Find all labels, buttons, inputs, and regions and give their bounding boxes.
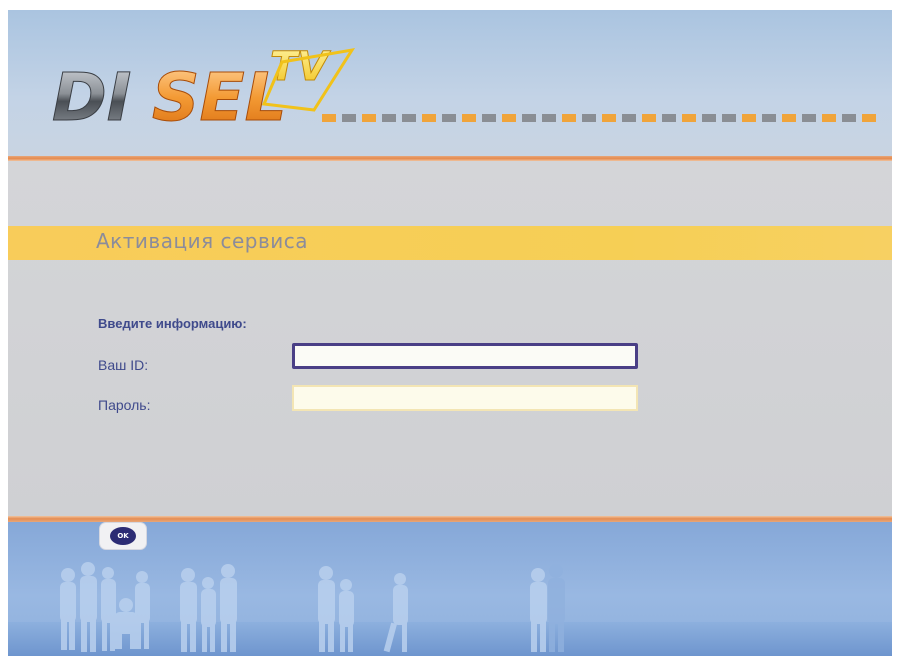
activation-screen: DI SEL TV Активация сервиса Введите инфо… <box>8 10 892 656</box>
password-label: Пароль: <box>98 397 151 413</box>
ok-remote-button-icon: OK <box>110 527 136 545</box>
crowd-silhouette-decoration <box>60 562 565 653</box>
form-prompt: Введите информацию: <box>98 316 247 331</box>
header: DI SEL TV <box>8 10 892 156</box>
user-id-label: Ваш ID: <box>98 357 149 373</box>
logo-dash-trail <box>322 114 876 122</box>
password-input[interactable] <box>292 385 638 411</box>
user-id-input[interactable] <box>292 343 638 369</box>
logo-text-di: DI <box>52 59 131 136</box>
page-title: Активация сервиса <box>96 229 308 253</box>
disel-tv-logo: DI SEL TV <box>52 44 876 137</box>
content-panel <box>8 161 892 516</box>
